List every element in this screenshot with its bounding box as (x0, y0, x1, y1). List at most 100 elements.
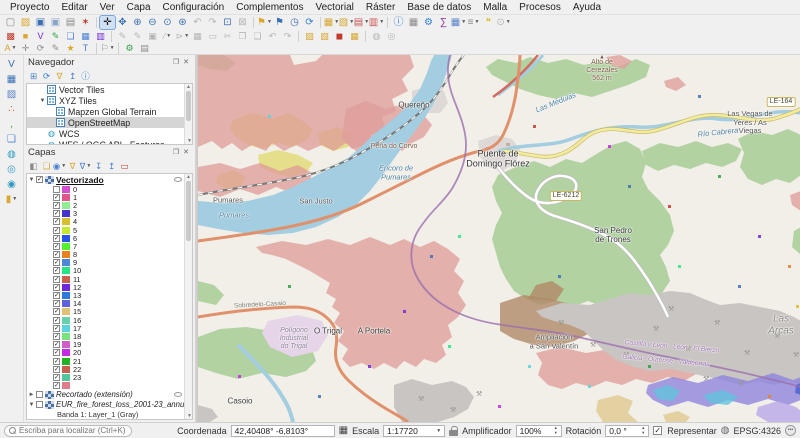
menu-proyecto[interactable]: Proyecto (4, 1, 55, 14)
save-project-button[interactable]: ▣ (33, 16, 48, 29)
copy-features-button[interactable]: ❐ (235, 31, 250, 42)
messages-icon[interactable]: ••• (785, 425, 796, 436)
new-map-view-button[interactable]: ▦▼ (324, 16, 339, 29)
coordinate-capture-icon[interactable]: ▦ (339, 425, 348, 436)
lock-scale-icon[interactable] (449, 426, 458, 436)
map-canvas[interactable]: ⚒⚒⚒⚒⚒⚒⚒⚒⚒⚒⚒⚒⚒⚒⚒ QuereñoPuente de Domingo… (197, 55, 800, 422)
layout-manager-button[interactable]: ▤▼ (354, 16, 369, 29)
browser-item-xyz-tiles[interactable]: ▼XYZ Tiles (27, 95, 192, 106)
map-tips-button[interactable]: ❝ (481, 16, 496, 29)
toggle-editing-button[interactable]: ✎ (130, 31, 145, 42)
class-checkbox[interactable] (53, 186, 60, 193)
browser-scrollbar[interactable]: ▲▼ (184, 84, 192, 144)
legend-class-row[interactable]: ✓7 (27, 242, 192, 250)
class-checkbox[interactable]: ✓ (53, 276, 60, 283)
class-checkbox[interactable]: ✓ (53, 333, 60, 340)
menu-vectorial[interactable]: Vectorial (310, 1, 360, 14)
legend-class-row[interactable]: ✓14 (27, 300, 192, 308)
select-features-button[interactable]: ▨ (302, 31, 317, 42)
legend-class-row[interactable]: ✓9 (27, 259, 192, 267)
zoom-native-button[interactable]: ⊙ (160, 16, 175, 29)
legend-class-row[interactable]: ✓6 (27, 234, 192, 242)
layers-scrollbar[interactable]: ▲▼ (184, 174, 192, 419)
legend-class-row[interactable]: ✓10 (27, 267, 192, 275)
layer-checkbox[interactable] (36, 401, 43, 408)
menu-malla[interactable]: Malla (477, 1, 513, 14)
class-checkbox[interactable]: ✓ (53, 202, 60, 209)
float-panel-icon[interactable]: ❐ (171, 148, 181, 156)
paste-features-button[interactable]: ❏ (250, 31, 265, 42)
menu-configuraci-n[interactable]: Configuración (157, 1, 231, 14)
vertex-tool-button[interactable]: ⊳▼ (175, 31, 190, 42)
class-checkbox[interactable]: ✓ (53, 267, 60, 274)
layer-checkbox[interactable] (36, 391, 43, 398)
log-messages-button[interactable]: ▤ (137, 43, 152, 54)
class-checkbox[interactable]: ✓ (53, 243, 60, 250)
class-checkbox[interactable]: ✓ (53, 259, 60, 266)
annotations-button[interactable]: ★ (63, 43, 78, 54)
zoom-full-button[interactable]: ⊛ (175, 16, 190, 29)
add-raster-layer-button[interactable]: ▦ (3, 72, 21, 87)
zoom-to-selection-button[interactable]: ⊠ (235, 16, 250, 29)
add-wcs-layer-button[interactable]: ◎ (3, 162, 21, 177)
class-checkbox[interactable]: ✓ (53, 194, 60, 201)
class-checkbox[interactable]: ✓ (53, 227, 60, 234)
legend-class-row[interactable]: ✓8 (27, 251, 192, 259)
menu-base-de-datos[interactable]: Base de datos (401, 1, 477, 14)
menu-capa[interactable]: Capa (121, 1, 157, 14)
open-layer-styling-button[interactable]: ◧ (27, 160, 40, 172)
class-checkbox[interactable]: ✓ (53, 358, 60, 365)
zoom-last-button[interactable]: ↶ (190, 16, 205, 29)
select-by-value-button[interactable]: ▧ (317, 31, 332, 42)
close-panel-icon[interactable]: ✕ (181, 148, 191, 156)
manage-map-themes-button[interactable]: ◉▼ (53, 160, 66, 172)
legend-class-row[interactable]: ✓13 (27, 291, 192, 299)
filter-by-expression-button[interactable]: ∇▼ (79, 160, 92, 172)
legend-class-row[interactable]: ✓15 (27, 308, 192, 316)
legend-class-row[interactable]: ✓4 (27, 218, 192, 226)
zoom-to-layer-button[interactable]: ⊡ (220, 16, 235, 29)
add-delimited-text-layer-button[interactable]: , (3, 117, 21, 132)
menu-complementos[interactable]: Complementos (230, 1, 309, 14)
class-checkbox[interactable]: ✓ (53, 374, 60, 381)
render-checkbox[interactable]: ✓ (653, 426, 662, 435)
browser-item-wfs-ogc-api-features[interactable]: ◍WFS / OGC API - Features (27, 139, 192, 145)
options-button[interactable]: ⚙ (421, 16, 436, 29)
new-shapefile-layer-button[interactable]: V (33, 31, 48, 42)
layer-row[interactable]: ▼EUR_fire_forest_loss_2001-23_annual (27, 400, 192, 410)
add-selected-layers-button[interactable]: ⊞ (27, 70, 40, 82)
add-wfs-layer-button[interactable]: ◉ (3, 177, 21, 192)
add-database-layer-button[interactable]: ❏ (3, 132, 21, 147)
zoom-next-button[interactable]: ↷ (205, 16, 220, 29)
menu-r-ster[interactable]: Ráster (360, 1, 401, 14)
search-button[interactable]: ⊙▼ (496, 16, 511, 29)
add-group-button[interactable]: ❏ (40, 160, 53, 172)
browser-item-vector-tiles[interactable]: Vector Tiles (27, 84, 192, 95)
decorations-button[interactable]: ▥▼ (369, 16, 384, 29)
new-bookmark-button[interactable]: ⚑▼ (257, 16, 272, 29)
menu-ayuda[interactable]: Ayuda (567, 1, 607, 14)
change-label-button[interactable]: ✎ (48, 43, 63, 54)
undo-button[interactable]: ↶ (265, 31, 280, 42)
field-calculator-button[interactable]: ▦▼ (451, 16, 466, 29)
class-checkbox[interactable]: ✓ (53, 366, 60, 373)
rotate-label-button[interactable]: ⟳ (33, 43, 48, 54)
filter-legend-button[interactable]: ∇ (66, 160, 79, 172)
new-virtual-layer-button[interactable]: ▥ (93, 31, 108, 42)
locator-input[interactable] (19, 426, 127, 435)
add-wms-layer-button[interactable]: ◍ (3, 147, 21, 162)
legend-class-row[interactable]: ✓20 (27, 349, 192, 357)
legend-class-row[interactable]: ✓22 (27, 365, 192, 373)
class-checkbox[interactable]: ✓ (53, 317, 60, 324)
remove-layer-button[interactable]: ▭ (118, 160, 131, 172)
new-3d-map-view-button[interactable]: ▧▼ (339, 16, 354, 29)
legend-class-row[interactable]: ✓5 (27, 226, 192, 234)
expand-all-button[interactable]: ↧ (92, 160, 105, 172)
class-checkbox[interactable]: ✓ (53, 325, 60, 332)
measure-button[interactable]: ≡▼ (466, 16, 481, 29)
class-checkbox[interactable]: ✓ (53, 341, 60, 348)
new-project-button[interactable]: ▢ (3, 16, 18, 29)
class-checkbox[interactable]: ✓ (53, 292, 60, 299)
menu-ver[interactable]: Ver (94, 1, 121, 14)
class-checkbox[interactable]: ✓ (53, 308, 60, 315)
